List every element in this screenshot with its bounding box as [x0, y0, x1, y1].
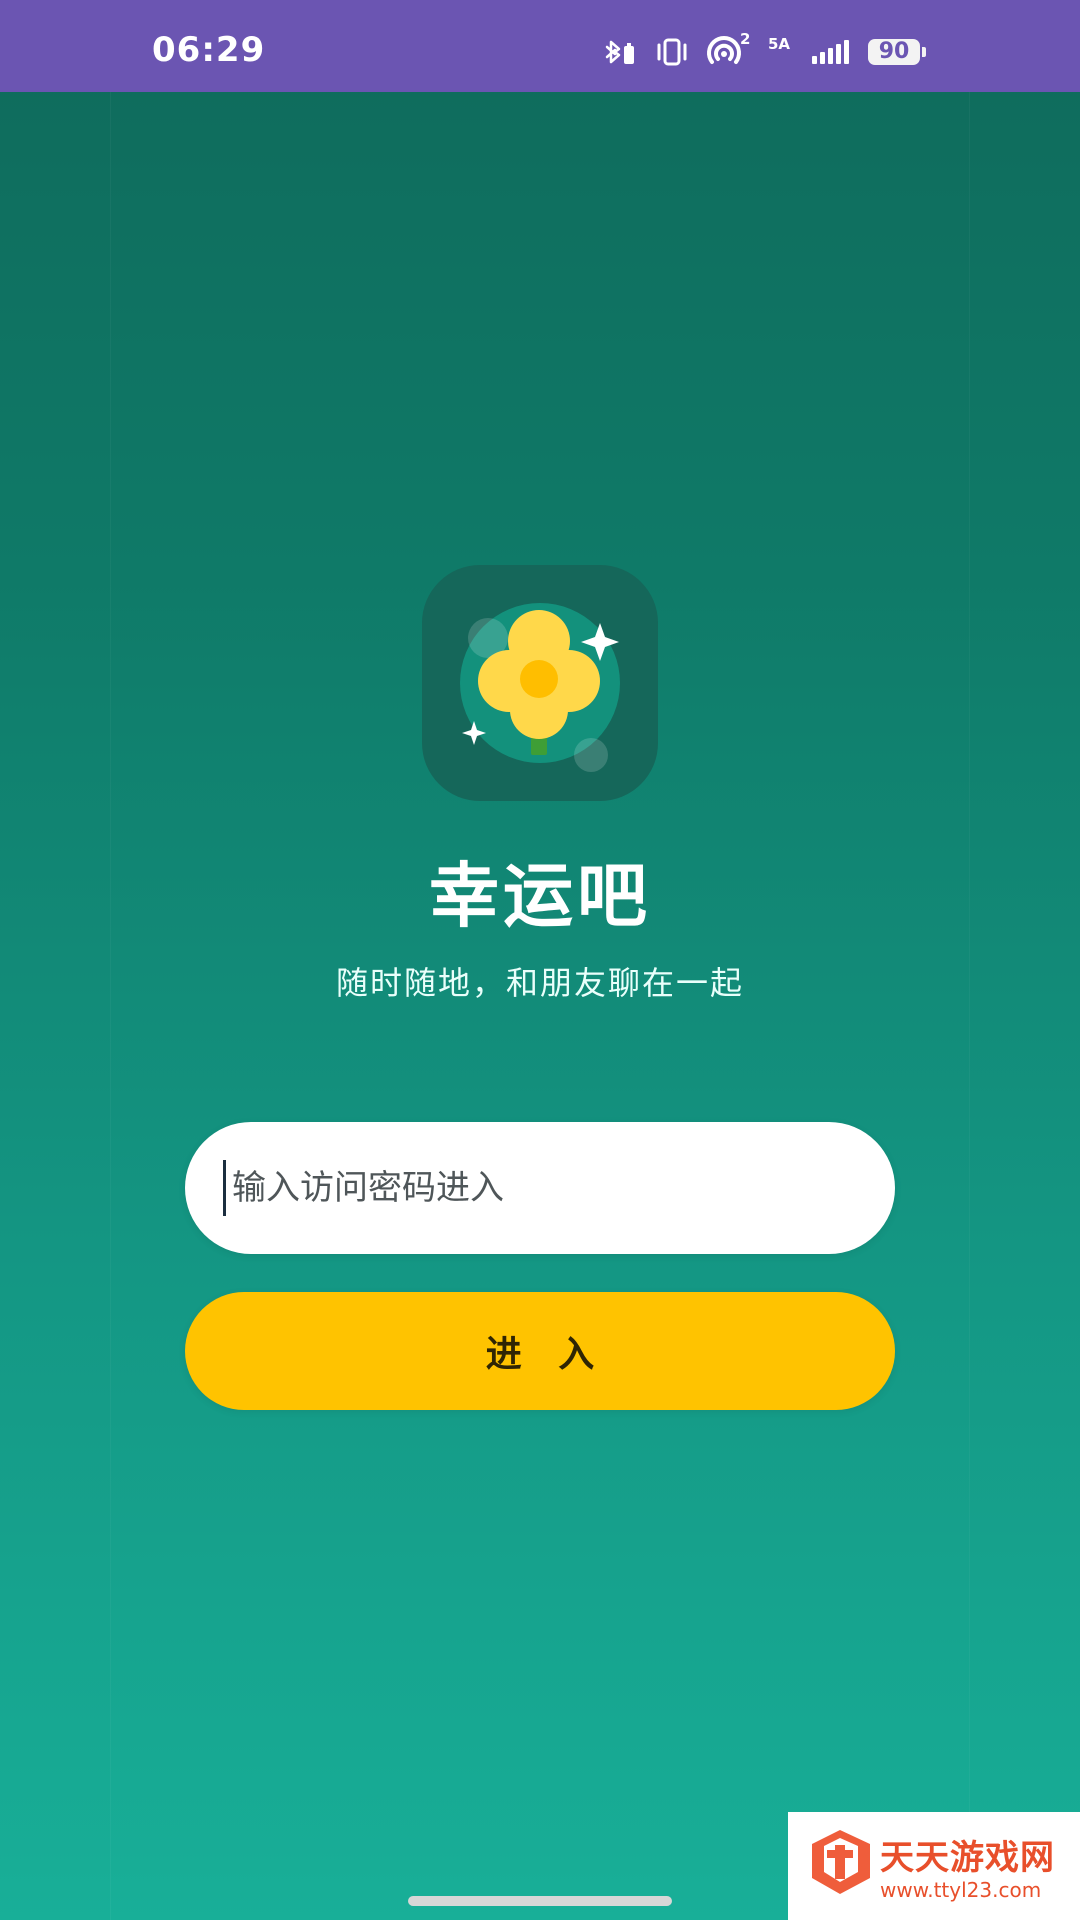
password-input[interactable]	[230, 1157, 895, 1219]
network-label: 5A	[768, 35, 791, 53]
clover-flower-logo	[460, 603, 620, 772]
signal-icon	[812, 40, 849, 64]
login-screen: 06:29 2 5A 90 幸运吧 随时随地，和朋友聊在一起 输入访问密码进入 …	[0, 0, 1080, 1920]
enter-button[interactable]: 进 入	[185, 1292, 895, 1410]
app-title: 幸运吧	[429, 855, 651, 937]
watermark: 天天游戏网 www.ttyl23.com	[788, 1812, 1080, 1920]
status-icons: 2 5A 90	[604, 30, 926, 72]
home-indicator[interactable]	[408, 1896, 672, 1906]
status-bar: 06:29 2 5A 90	[0, 0, 1080, 92]
watermark-title: 天天游戏网	[880, 1838, 1055, 1878]
app-logo	[422, 565, 658, 801]
watermark-url: www.ttyl23.com	[880, 1878, 1042, 1902]
vibrate-icon	[657, 38, 687, 66]
text-cursor	[223, 1160, 226, 1216]
battery-icon: 90	[868, 39, 926, 65]
hotspot-count: 2	[740, 30, 751, 48]
password-field[interactable]	[185, 1122, 895, 1254]
app-subtitle: 随时随地，和朋友聊在一起	[335, 964, 744, 1002]
status-time: 06:29	[152, 30, 266, 70]
bluetooth-battery-icon	[605, 40, 634, 64]
